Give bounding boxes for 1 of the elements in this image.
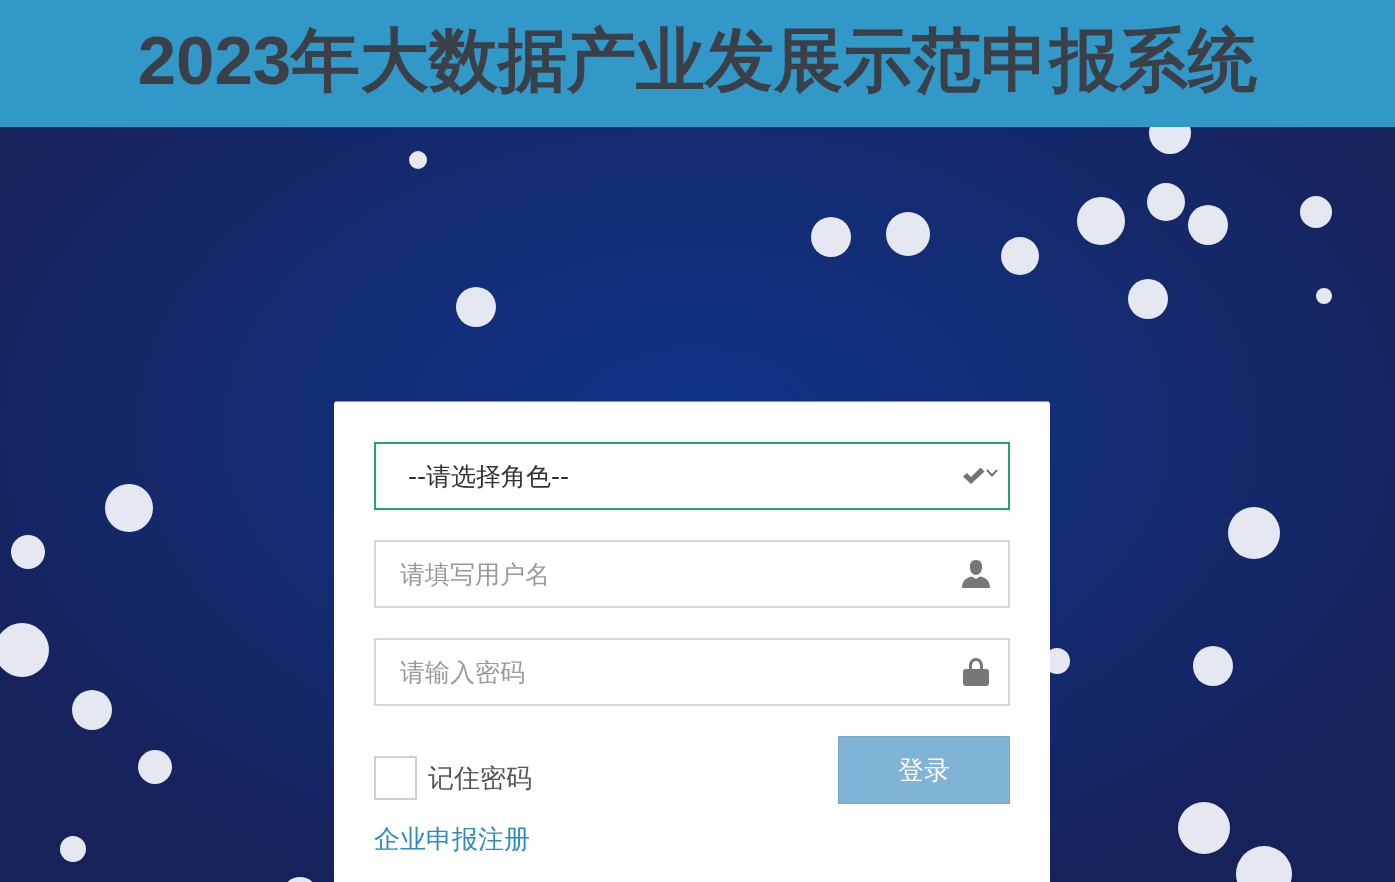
page-title: 2023年大数据产业发展示范申报系统 bbox=[137, 26, 1258, 95]
